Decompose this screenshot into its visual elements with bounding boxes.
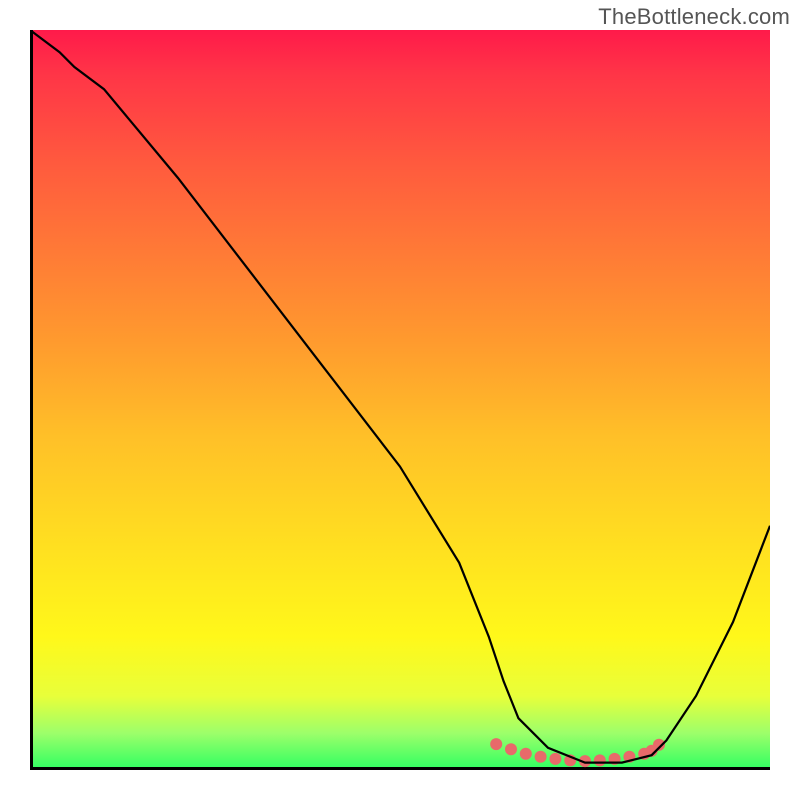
watermark-text: TheBottleneck.com xyxy=(598,4,790,30)
gradient-background xyxy=(30,30,770,770)
chart-container: TheBottleneck.com xyxy=(0,0,800,800)
plot-area xyxy=(30,30,770,770)
